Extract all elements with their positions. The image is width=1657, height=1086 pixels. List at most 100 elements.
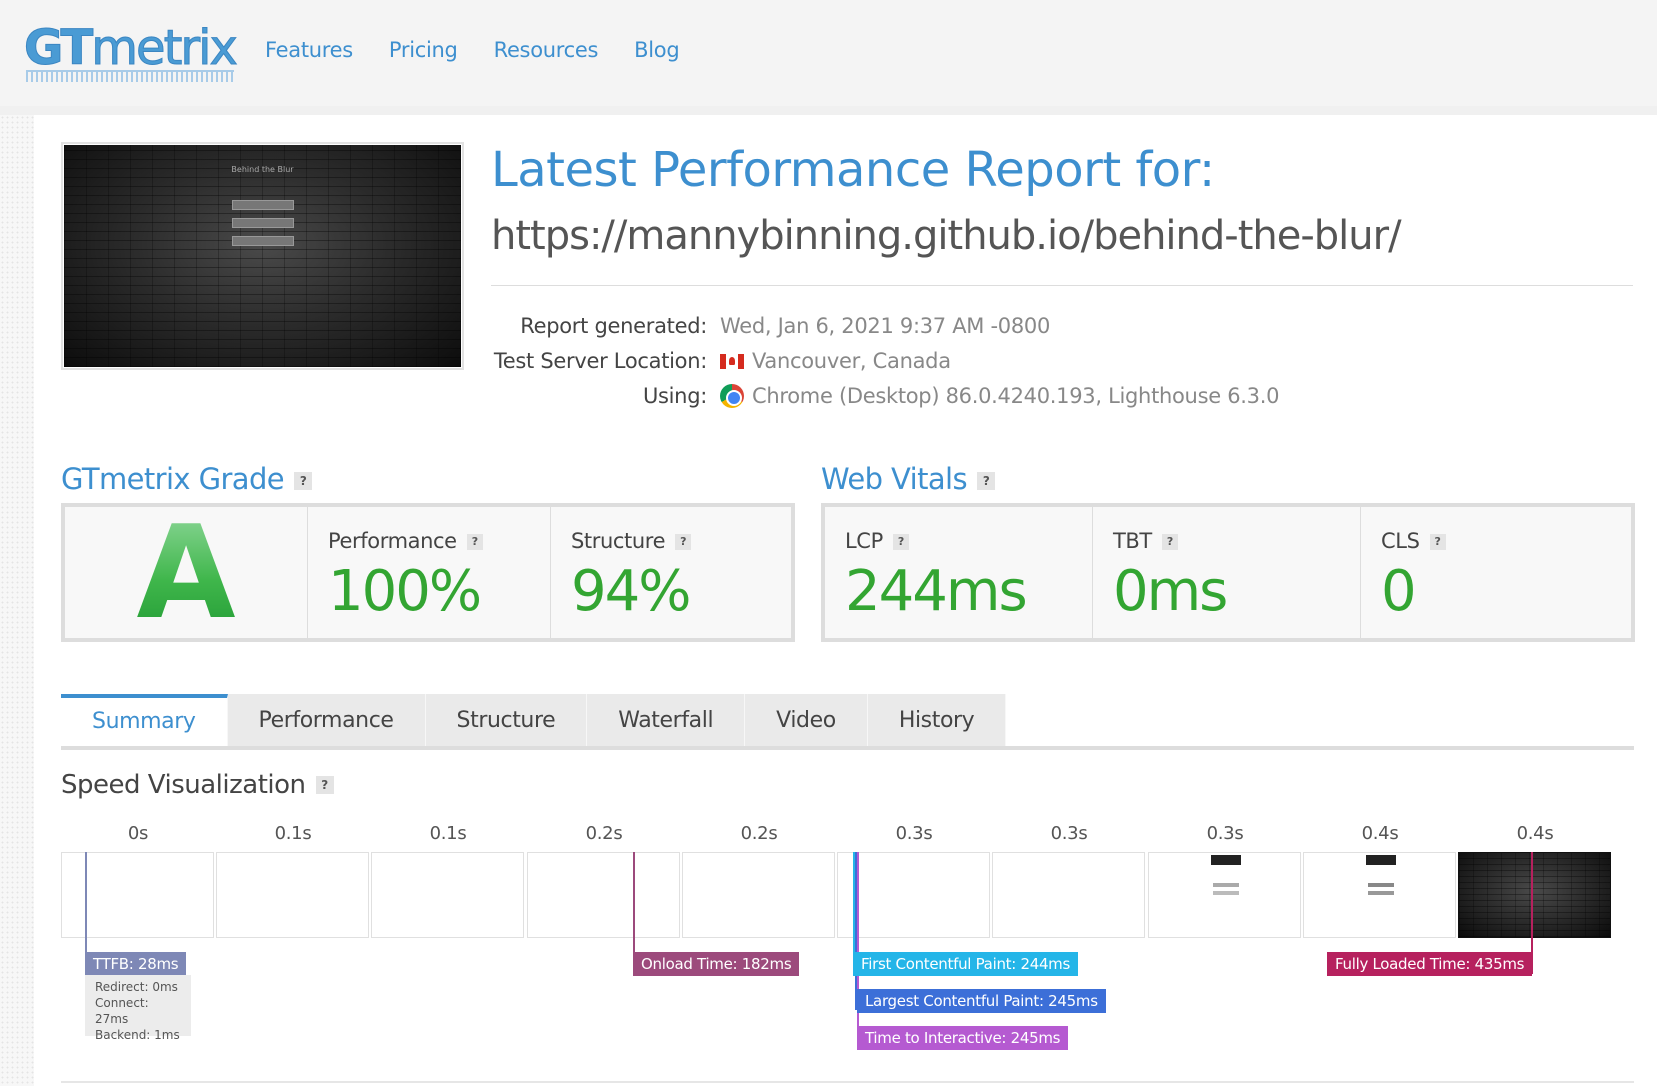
nav-pricing[interactable]: Pricing	[389, 38, 458, 62]
timeline-tick: 0.3s	[1050, 823, 1088, 844]
screenshot-button	[232, 236, 294, 246]
frame-content-block	[1211, 855, 1241, 865]
performance-score-cell: Performance? 100%	[308, 507, 551, 638]
timeline-tick: 0s	[127, 823, 149, 844]
filmstrip-frame[interactable]	[682, 852, 835, 938]
grade-help-icon[interactable]: ?	[294, 472, 312, 490]
lcp-value: 244ms	[845, 559, 1028, 624]
test-location-label: Test Server Location:	[493, 349, 707, 373]
filmstrip-frame[interactable]	[371, 852, 524, 938]
filmstrip-frame[interactable]	[992, 852, 1145, 938]
cls-label-text: CLS	[1381, 529, 1420, 553]
test-location-value: Vancouver, Canada	[720, 349, 951, 373]
cls-help-icon[interactable]: ?	[1429, 534, 1446, 550]
gtmetrix-grade-title: GTmetrix Grade	[61, 462, 285, 496]
frame-content-block	[1213, 891, 1239, 895]
report-generated-label: Report generated:	[520, 314, 707, 338]
screenshot-site-title: Behind the Blur	[231, 165, 294, 174]
logo-metrix: metrix	[91, 20, 239, 77]
using-value: Chrome (Desktop) 86.0.4240.193, Lighthou…	[720, 384, 1279, 408]
tbt-label: TBT?	[1113, 529, 1178, 553]
filmstrip-frame[interactable]	[837, 852, 990, 938]
web-vitals-title: Web Vitals	[821, 462, 968, 496]
filmstrip-frame[interactable]	[1303, 852, 1456, 938]
nav-blog[interactable]: Blog	[634, 38, 680, 62]
lcp-label-text: LCP	[845, 529, 883, 553]
tbt-help-icon[interactable]: ?	[1161, 534, 1178, 550]
performance-label-text: Performance	[328, 529, 457, 553]
structure-label: Structure?	[571, 529, 692, 553]
frame-content-block	[1368, 891, 1394, 895]
screenshot-button	[232, 200, 294, 210]
report-tabs: Summary Performance Structure Waterfall …	[61, 694, 1007, 748]
performance-help-icon[interactable]: ?	[466, 534, 483, 550]
tab-waterfall[interactable]: Waterfall	[587, 694, 746, 748]
timeline-tick: 0.1s	[429, 823, 467, 844]
ttfb-backend: Backend: 1ms	[95, 1028, 180, 1042]
frame-content-block	[1366, 855, 1396, 865]
page-screenshot[interactable]: Behind the Blur	[61, 142, 464, 370]
tab-performance[interactable]: Performance	[227, 694, 426, 748]
grade-letter: A	[65, 507, 307, 641]
performance-label: Performance?	[328, 529, 483, 553]
timeline-tick: 0.2s	[585, 823, 623, 844]
tti-marker-label: Time to Interactive: 245ms	[857, 1026, 1069, 1050]
test-location-text: Vancouver, Canada	[752, 349, 951, 373]
lcp-label: LCP?	[845, 529, 909, 553]
tbt-cell: TBT? 0ms	[1093, 507, 1361, 638]
tti-marker-line	[857, 852, 859, 1046]
timeline-tick: 0.2s	[740, 823, 778, 844]
ttfb-redirect: Redirect: 0ms	[95, 980, 178, 994]
structure-label-text: Structure	[571, 529, 666, 553]
tab-video[interactable]: Video	[745, 694, 868, 748]
filmstrip-frame[interactable]	[1148, 852, 1301, 938]
report-title: Latest Performance Report for:	[491, 142, 1215, 198]
ttfb-connect: Connect: 27ms	[95, 996, 149, 1026]
report-generated-value: Wed, Jan 6, 2021 9:37 AM -0800	[720, 314, 1051, 338]
main-nav: Features Pricing Resources Blog	[265, 38, 680, 62]
frame-content-block	[1368, 883, 1394, 887]
lcp-cell: LCP? 244ms	[825, 507, 1093, 638]
chrome-icon	[720, 384, 744, 408]
performance-value: 100%	[328, 559, 482, 624]
nav-resources[interactable]: Resources	[494, 38, 599, 62]
filmstrip-frame[interactable]	[527, 852, 680, 938]
fully-loaded-marker-label: Fully Loaded Time: 435ms	[1327, 952, 1533, 976]
tbt-value: 0ms	[1113, 559, 1228, 624]
tab-underline	[61, 746, 1634, 750]
gtmetrix-logo[interactable]: GTmetrix	[23, 20, 239, 82]
tab-summary[interactable]: Summary	[61, 694, 228, 748]
filmstrip-frame[interactable]	[61, 852, 214, 938]
ttfb-marker-label: TTFB: 28ms	[85, 952, 187, 976]
timeline-tick: 0.4s	[1361, 823, 1399, 844]
cls-value: 0	[1381, 559, 1417, 624]
timeline-tick: 0.3s	[1206, 823, 1244, 844]
screenshot-image: Behind the Blur	[64, 145, 461, 367]
timeline-tick: 0.4s	[1516, 823, 1554, 844]
filmstrip-frame[interactable]	[216, 852, 369, 938]
lcp-help-icon[interactable]: ?	[892, 534, 909, 550]
using-text: Chrome (Desktop) 86.0.4240.193, Lighthou…	[752, 384, 1280, 408]
grade-cell: A	[65, 507, 308, 641]
onload-marker-label: Onload Time: 182ms	[633, 952, 800, 976]
filmstrip-frame-final[interactable]	[1458, 852, 1611, 938]
nav-features[interactable]: Features	[265, 38, 353, 62]
web-vitals-help-icon[interactable]: ?	[977, 472, 996, 490]
ttfb-detail-box: Redirect: 0ms Connect: 27ms Backend: 1ms	[85, 975, 191, 1042]
speed-visualization-heading: Speed Visualization?	[61, 770, 334, 800]
grade-box: A Performance? 100% Structure? 94%	[61, 503, 795, 642]
speed-help-icon[interactable]: ?	[315, 776, 334, 794]
tab-structure[interactable]: Structure	[425, 694, 588, 748]
structure-help-icon[interactable]: ?	[675, 534, 692, 550]
web-vitals-box: LCP? 244ms TBT? 0ms CLS? 0	[821, 503, 1635, 642]
fcp-marker-label: First Contentful Paint: 244ms	[853, 952, 1079, 976]
tab-history[interactable]: History	[867, 694, 1007, 748]
title-divider	[491, 285, 1633, 286]
timeline-tick: 0.1s	[274, 823, 312, 844]
speed-visualization-title: Speed Visualization	[61, 770, 306, 800]
lcp-marker-label: Largest Contentful Paint: 245ms	[857, 989, 1106, 1013]
report-url[interactable]: https://mannybinning.github.io/behind-th…	[491, 213, 1402, 259]
structure-value: 94%	[571, 559, 691, 624]
tbt-label-text: TBT	[1113, 529, 1152, 553]
screenshot-button	[232, 218, 294, 228]
